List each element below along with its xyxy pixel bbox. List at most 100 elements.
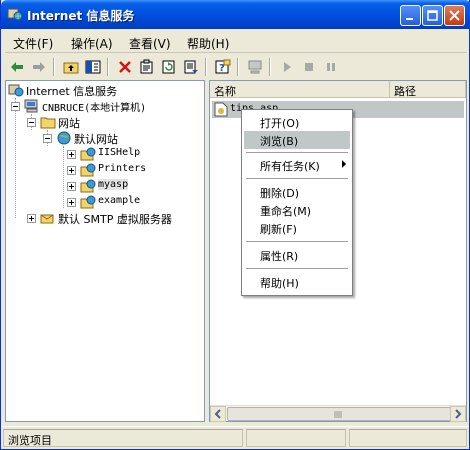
ctx-help-label: 帮助(H) (260, 277, 299, 290)
ctx-refresh-label: 刷新(F) (260, 223, 297, 236)
menu-separator (246, 268, 348, 269)
virtual-directory-icon (80, 163, 96, 177)
ctx-delete-label: 删除(D) (260, 187, 300, 200)
ctx-properties[interactable]: 属性(R) (244, 246, 350, 264)
close-icon (449, 10, 460, 21)
help-icon: ? (215, 59, 231, 74)
tree-pane[interactable]: Internet 信息服务 CNBRUCE(本地计算机) 网站 默认网站 IIS… (5, 80, 205, 422)
properties-button[interactable] (137, 57, 157, 77)
computer-button[interactable] (245, 57, 265, 77)
menu-separator (246, 152, 348, 153)
ctx-refresh[interactable]: 刷新(F) (244, 219, 350, 237)
forward-icon (33, 62, 45, 72)
ctx-open-label: 打开(O) (260, 117, 300, 130)
tree-expand-toggle[interactable] (67, 198, 76, 207)
stop-button[interactable] (299, 57, 319, 77)
title-bar[interactable]: Internet 信息服务 (1, 0, 470, 29)
tree-line (15, 98, 16, 218)
tree-collapse-toggle[interactable] (11, 102, 20, 111)
tree-root-label: Internet 信息服务 (26, 85, 118, 98)
export-icon (184, 60, 198, 74)
virtual-directory-icon (80, 179, 96, 193)
menu-file[interactable]: 文件(F) (13, 35, 53, 52)
column-header-name[interactable]: 名称 (210, 81, 390, 98)
help-button[interactable]: ? (213, 57, 233, 77)
menu-action[interactable]: 操作(A) (71, 35, 113, 52)
tree-expand-toggle[interactable] (27, 214, 36, 223)
ctx-open[interactable]: 打开(O) (244, 113, 350, 131)
smtp-server-icon (40, 214, 54, 224)
up-folder-icon (63, 62, 79, 74)
start-button[interactable] (277, 57, 297, 77)
iis-icon (7, 8, 23, 21)
ctx-help[interactable]: 帮助(H) (244, 273, 350, 291)
ctx-browse[interactable]: 浏览(B) (244, 131, 350, 149)
tree-child-label: IISHelp (98, 147, 141, 158)
tree-default-site-label: 默认网站 (74, 133, 118, 146)
close-button[interactable] (444, 5, 465, 26)
ctx-rename-label: 重命名(M) (260, 205, 312, 218)
menu-separator (246, 241, 348, 242)
delete-button[interactable] (115, 57, 135, 77)
minimize-icon (406, 18, 413, 20)
delete-icon (119, 61, 131, 73)
scroll-left-button[interactable] (210, 406, 226, 422)
back-icon (11, 62, 23, 72)
status-cell (349, 429, 467, 447)
ctx-browse-label: 浏览(B) (260, 135, 299, 148)
computer-icon (24, 99, 38, 113)
scroll-right-button[interactable] (450, 406, 466, 422)
tree-line (63, 146, 64, 208)
ctx-rename[interactable]: 重命名(M) (244, 201, 350, 219)
minimize-button[interactable] (400, 5, 421, 26)
refresh-icon (162, 60, 175, 74)
ctx-all-tasks-label: 所有任务(K) (260, 160, 320, 173)
asp-file-icon (214, 102, 228, 117)
tree-child-label: Printers (98, 163, 147, 174)
toolbar-separator (237, 58, 239, 76)
properties-icon (140, 59, 153, 74)
menu-help[interactable]: 帮助(H) (187, 35, 229, 52)
status-cell (246, 429, 346, 447)
window-title: Internet 信息服务 (27, 9, 135, 23)
menu-view[interactable]: 查看(V) (129, 35, 171, 52)
export-list-button[interactable] (181, 57, 201, 77)
tree-collapse-toggle[interactable] (27, 118, 36, 127)
submenu-arrow-icon (342, 160, 346, 168)
tree-collapse-toggle[interactable] (43, 134, 52, 143)
ctx-all-tasks[interactable]: 所有任务(K) (244, 156, 350, 174)
status-text: 浏览项目 (8, 434, 52, 447)
forward-button[interactable] (29, 57, 49, 77)
menu-separator (246, 178, 348, 179)
horizontal-scrollbar[interactable] (210, 405, 466, 422)
ctx-properties-label: 属性(R) (260, 250, 299, 263)
pause-button[interactable] (321, 57, 341, 77)
status-bar: 浏览项目 (1, 426, 469, 448)
toolbar: ? (5, 55, 467, 79)
main-window: Internet 信息服务 文件(F) 操作(A) 查看(V) 帮助(H) ? … (0, 0, 470, 450)
stop-icon (305, 63, 313, 71)
up-folder-button[interactable] (61, 57, 81, 77)
tree-child-label: myasp (98, 179, 129, 190)
toolbar-separator (205, 58, 207, 76)
maximize-icon (427, 10, 438, 21)
tree-child-label: example (98, 195, 141, 206)
tree-expand-toggle[interactable] (67, 182, 76, 191)
play-icon (284, 62, 291, 72)
toolbar-separator (269, 58, 271, 76)
folder-icon (40, 117, 56, 129)
grip-icon (334, 411, 342, 418)
website-icon (57, 131, 71, 145)
refresh-button[interactable] (159, 57, 179, 77)
scroll-thumb[interactable] (227, 407, 451, 421)
back-button[interactable] (7, 57, 27, 77)
computer-icon (248, 60, 262, 74)
ctx-delete[interactable]: 删除(D) (244, 183, 350, 201)
menu-bar: 文件(F) 操作(A) 查看(V) 帮助(H) (5, 31, 467, 53)
show-tree-button[interactable] (83, 57, 103, 77)
tree-expand-toggle[interactable] (67, 166, 76, 175)
virtual-directory-icon (80, 195, 96, 209)
maximize-button[interactable] (422, 5, 443, 26)
tree-expand-toggle[interactable] (67, 150, 76, 159)
column-header-path[interactable]: 路径 (390, 81, 466, 98)
